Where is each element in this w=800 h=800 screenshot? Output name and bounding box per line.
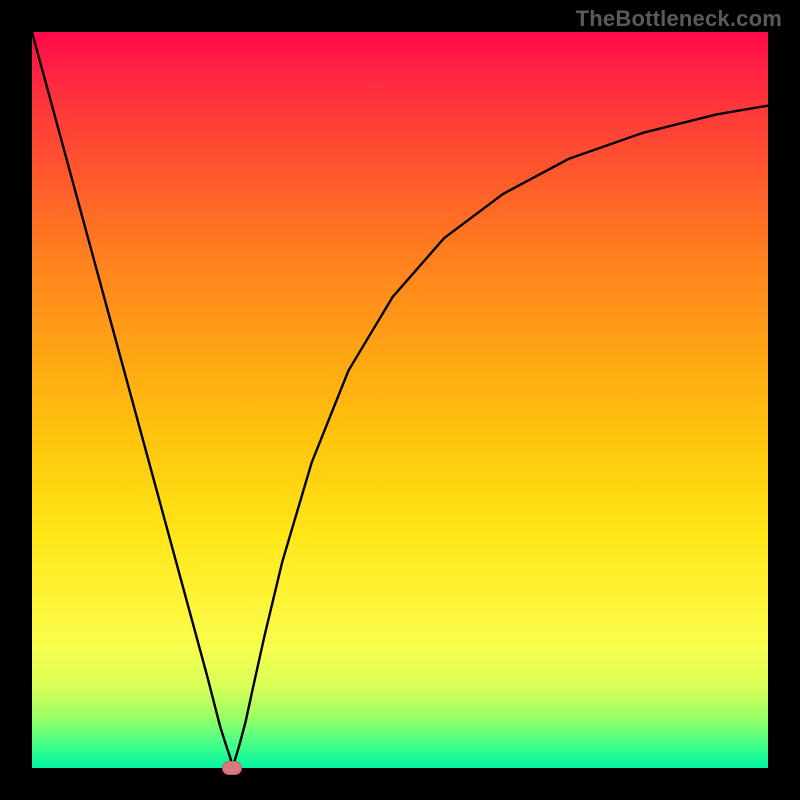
plot-area	[32, 32, 768, 768]
chart-frame: TheBottleneck.com	[0, 0, 800, 800]
curve-svg	[32, 32, 768, 768]
watermark-text: TheBottleneck.com	[576, 6, 782, 32]
minimum-marker	[222, 761, 242, 775]
bottleneck-curve-path	[32, 32, 768, 768]
